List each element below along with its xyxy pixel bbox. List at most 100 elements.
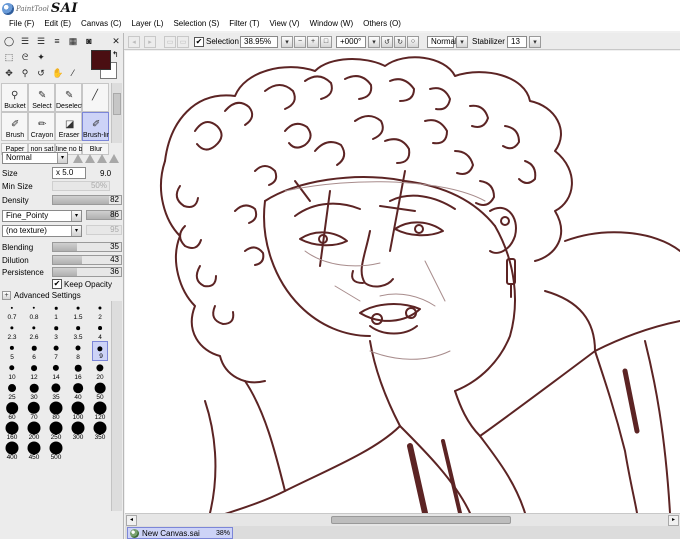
canvas-horizontal-scrollbar[interactable]: ◂ ▸ (125, 513, 680, 526)
brush-slot-empty[interactable]: ╱ (82, 83, 109, 112)
hand-tool-icon[interactable]: ✋ (52, 68, 63, 78)
brush-size-option[interactable]: 7 (48, 341, 64, 361)
persistence-slider[interactable]: 36 (52, 267, 122, 277)
brush-size-option[interactable]: 0.8 (26, 301, 42, 321)
brush-size-option[interactable]: 60 (4, 401, 20, 421)
menu-others[interactable]: Others (O) (358, 19, 406, 28)
primary-color-swatch[interactable] (91, 50, 111, 70)
brush-slot-eraser[interactable]: ◪ Eraser (55, 112, 82, 141)
eyedropper-icon[interactable]: ⁄ (68, 68, 78, 78)
brush-slot-bucket[interactable]: ⚲ Bucket (1, 83, 28, 112)
brush-size-option[interactable]: 450 (26, 441, 42, 461)
menu-canvas[interactable]: Canvas (C) (76, 19, 126, 28)
menu-view[interactable]: View (V) (264, 19, 304, 28)
list-view-icon[interactable]: ☰ (20, 36, 30, 46)
brush-grid-scrollbar[interactable] (111, 83, 122, 143)
invert-selection-icon[interactable]: ▭ (177, 35, 189, 48)
list-detail-icon[interactable]: ☰ (36, 36, 46, 46)
dilution-slider[interactable]: 43 (52, 255, 122, 265)
brush-slot-brush[interactable]: ✐ Brush (1, 112, 28, 141)
grid-view-icon[interactable]: ▦ (68, 36, 78, 46)
menu-file[interactable]: File (F) (4, 19, 39, 28)
brush-tip-slider[interactable]: 86 (86, 210, 122, 220)
scroll-left-icon[interactable]: ◂ (126, 515, 137, 526)
undo-icon[interactable]: ◂ (128, 35, 140, 48)
brush-mode-select[interactable]: Normal ▾ (2, 152, 68, 164)
brush-size-option[interactable]: 70 (26, 401, 42, 421)
brush-size-option[interactable]: 500 (48, 441, 64, 461)
menu-window[interactable]: Window (W) (305, 19, 359, 28)
brush-size-option[interactable]: 3 (48, 321, 64, 341)
size-grid-scrollbar[interactable] (111, 301, 122, 511)
texture-slider[interactable]: 95 (86, 225, 122, 235)
brush-grid-scroll-thumb[interactable] (113, 93, 121, 115)
blend-mode-field[interactable]: Normal (427, 35, 457, 48)
blending-slider[interactable]: 35 (52, 242, 122, 252)
move-icon[interactable]: ✥ (4, 68, 14, 78)
brush-size-option[interactable]: 16 (70, 361, 86, 381)
brush-size-option[interactable]: 25 (4, 381, 20, 401)
stabilizer-field[interactable]: 13 (507, 35, 527, 48)
rotation-field[interactable]: +000° (336, 35, 366, 48)
brush-size-option[interactable]: 3.5 (70, 321, 86, 341)
brush-size-option[interactable]: 2.3 (4, 321, 20, 341)
palette-icon[interactable]: ◙ (84, 36, 94, 46)
density-slider[interactable]: 82 (52, 195, 122, 205)
document-tab[interactable]: New Canvas.sai 38% (127, 527, 233, 539)
brush-size-option[interactable]: 80 (48, 401, 64, 421)
zoom-tool-icon[interactable]: ⚲ (20, 68, 30, 78)
menu-selection[interactable]: Selection (S) (168, 19, 224, 28)
brush-size-option[interactable]: 40 (70, 381, 86, 401)
size-multiplier-select[interactable]: x 5.0 (52, 167, 86, 179)
brush-size-option[interactable]: 1.5 (70, 301, 86, 321)
brush-slot-brush-line[interactable]: ✐ Brush-lin (82, 112, 109, 141)
panel-close-icon[interactable]: ✕ (111, 36, 121, 46)
blend-mode-dropdown-icon[interactable]: ▾ (456, 35, 468, 48)
brush-slot-deselect[interactable]: ✎ Deselect (55, 83, 82, 112)
brush-size-option[interactable]: 12 (26, 361, 42, 381)
brush-size-option[interactable]: 250 (48, 421, 64, 441)
brush-size-option[interactable]: 6 (26, 341, 42, 361)
zoom-dropdown-icon[interactable]: ▾ (281, 35, 293, 48)
brush-slot-blur[interactable]: Blur (82, 143, 109, 155)
brush-size-option[interactable]: 350 (92, 421, 108, 441)
brush-size-option[interactable]: 160 (4, 421, 20, 441)
deselect-icon[interactable]: ▭ (164, 35, 176, 48)
brush-size-option[interactable]: 100 (70, 401, 86, 421)
brush-shape-wide-icon[interactable] (109, 154, 119, 163)
magic-wand-icon[interactable]: ✦ (36, 52, 46, 62)
brush-size-option[interactable]: 50 (92, 381, 108, 401)
lasso-icon[interactable]: ᘓ (20, 52, 30, 62)
brush-slot-crayon[interactable]: ✏ Crayon (28, 112, 55, 141)
zoom-out-icon[interactable]: − (294, 35, 306, 48)
brush-size-option[interactable]: 0.7 (4, 301, 20, 321)
brush-size-option[interactable]: 5 (4, 341, 20, 361)
brush-size-option[interactable]: 30 (26, 381, 42, 401)
menu-list-icon[interactable]: ≡ (52, 36, 62, 46)
zoom-in-icon[interactable]: + (307, 35, 319, 48)
brush-size-option[interactable]: 14 (48, 361, 64, 381)
brush-shape-pointed-icon[interactable] (97, 154, 107, 163)
brush-size-option[interactable]: 1 (48, 301, 64, 321)
brush-shape-flat-icon[interactable] (85, 154, 95, 163)
swap-colors-icon[interactable]: ↰ (112, 50, 119, 59)
brush-size-option[interactable]: 9 (92, 341, 108, 361)
rotation-reset-icon[interactable]: ○ (407, 35, 419, 48)
circle-tool-icon[interactable]: ◯ (4, 36, 14, 46)
brush-size-option[interactable]: 35 (48, 381, 64, 401)
min-size-slider[interactable]: 50% (52, 181, 110, 191)
rect-select-icon[interactable]: ⬚ (4, 52, 14, 62)
rotate-left-icon[interactable]: ↺ (381, 35, 393, 48)
keep-opacity-checkbox[interactable]: ✔ (52, 279, 62, 289)
brush-size-option[interactable]: 8 (70, 341, 86, 361)
brush-size-option[interactable]: 20 (92, 361, 108, 381)
drawing-canvas[interactable] (125, 51, 680, 513)
rotate-tool-icon[interactable]: ↺ (36, 68, 46, 78)
brush-size-option[interactable]: 4 (92, 321, 108, 341)
brush-tip-select[interactable]: Fine_Pointy ▾ (2, 210, 82, 222)
expand-plus-icon[interactable]: + (2, 291, 11, 300)
brush-size-option[interactable]: 2.6 (26, 321, 42, 341)
zoom-field[interactable]: 38.95% (240, 35, 278, 48)
menu-filter[interactable]: Filter (T) (224, 19, 264, 28)
brush-size-option[interactable]: 120 (92, 401, 108, 421)
